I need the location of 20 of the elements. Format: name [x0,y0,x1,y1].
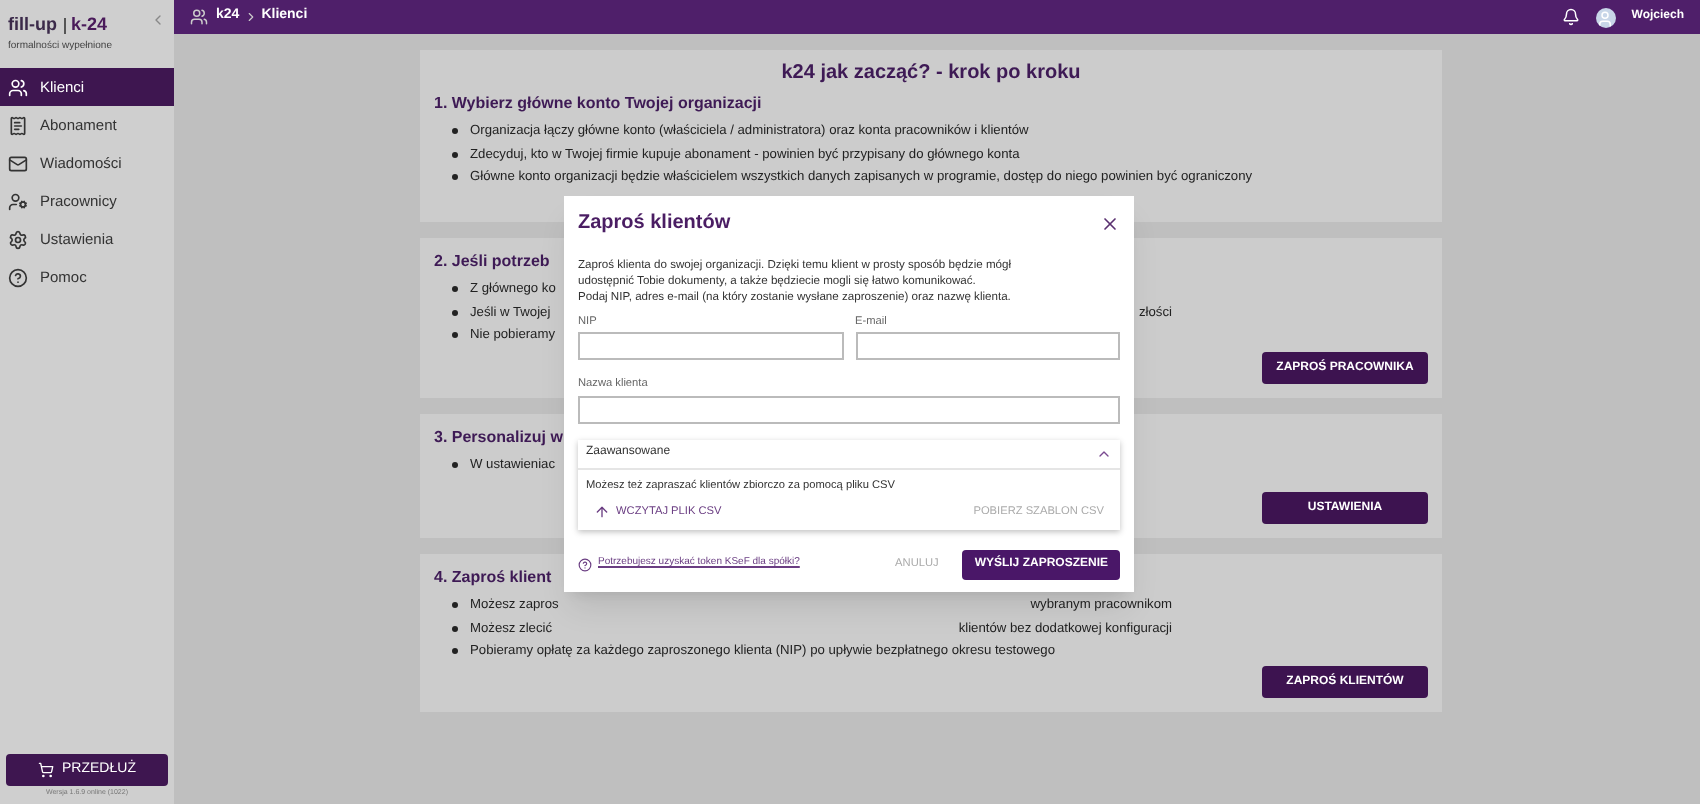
upload-icon [594,504,610,521]
logo-text: fill-up [8,12,57,38]
avatar-icon[interactable] [1595,7,1616,27]
section-title: 4. Zaproś klient [434,566,552,590]
input-field[interactable] [855,332,1120,361]
notification-icon[interactable] [1561,8,1580,26]
help-icon [578,557,592,572]
clients-icon [190,8,208,26]
section-title: 3. Personalizuj w [434,426,563,450]
input-field[interactable] [578,395,1120,424]
chevron-icon [243,10,258,24]
page-title: k24 jak zacząć? - krok po kroku [779,60,1083,88]
close-icon[interactable] [1100,213,1120,233]
logo-text: k-24 [71,12,108,38]
section-title: 1. Wybierz główne konto Twojej organizacji [434,92,762,116]
section-title: 2. Jeśli potrzeb [434,250,550,274]
input-field[interactable] [578,332,843,361]
cart-icon [38,761,55,778]
collapse-icon[interactable] [150,12,166,28]
dialog-title: Zaproś klientów [578,210,731,238]
